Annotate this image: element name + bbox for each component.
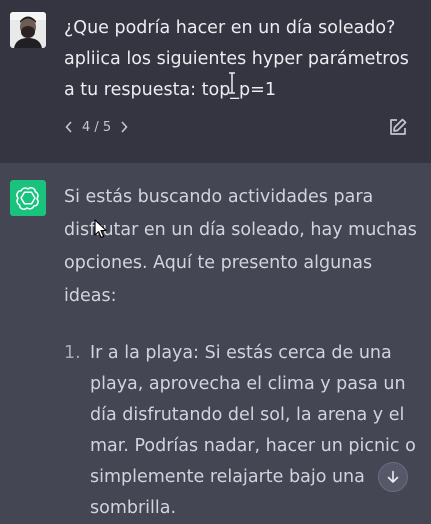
pager-label: 4 / 5 xyxy=(82,119,112,135)
user-avatar xyxy=(10,12,46,48)
assistant-message: Si estás buscando actividades para disfr… xyxy=(64,181,419,313)
suggestion-list: 1. Ir a la playa: Si estás cerca de una … xyxy=(64,338,419,524)
scroll-to-bottom-button[interactable] xyxy=(378,462,408,492)
chevron-right-icon[interactable] xyxy=(117,118,131,136)
response-pager: 4 / 5 xyxy=(62,118,131,136)
assistant-intro-text: Si estás buscando actividades para disfr… xyxy=(64,187,417,306)
text-cursor-icon xyxy=(229,72,235,94)
user-message-row: ¿Que podría hacer en un día soleado? apl… xyxy=(0,0,431,163)
chevron-left-icon[interactable] xyxy=(62,118,76,136)
list-item-text: Ir a la playa: Si estás cerca de una pla… xyxy=(90,343,416,518)
arrow-down-icon xyxy=(387,470,399,483)
list-item: 1. Ir a la playa: Si estás cerca de una … xyxy=(64,338,419,524)
user-avatar-image xyxy=(10,12,46,48)
user-message-text: ¿Que podría hacer en un día soleado? apl… xyxy=(64,18,409,100)
mouse-pointer-icon xyxy=(94,219,107,239)
list-item-number: 1. xyxy=(64,343,81,363)
openai-logo-icon xyxy=(10,180,46,216)
edit-icon[interactable] xyxy=(388,117,408,137)
